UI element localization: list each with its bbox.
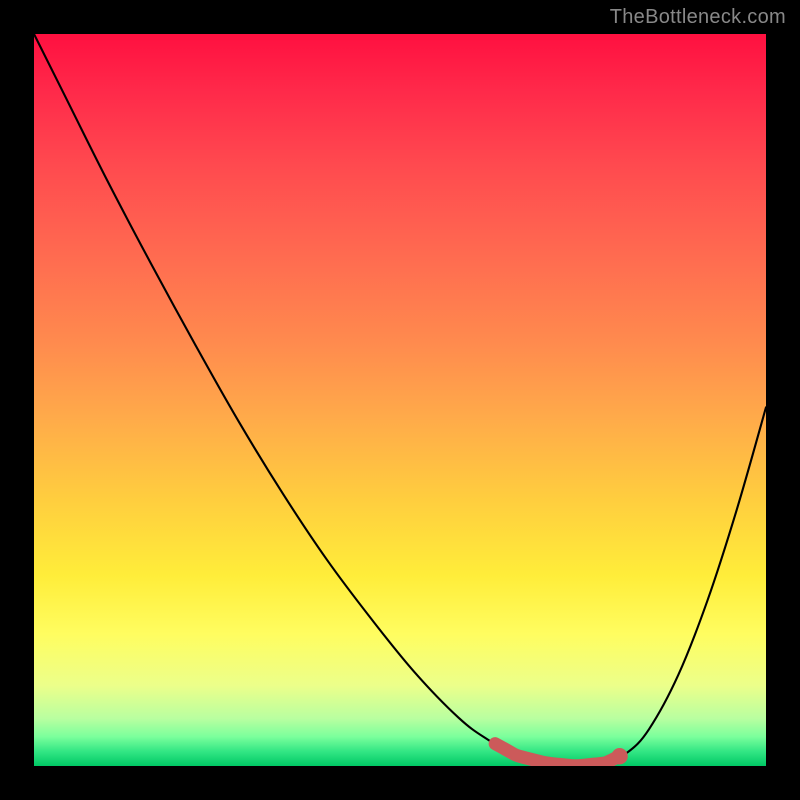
curve-overlay [34,34,766,766]
bottleneck-curve [34,34,766,766]
chart-frame: TheBottleneck.com [0,0,800,800]
plot-area [34,34,766,766]
watermark-text: TheBottleneck.com [610,6,786,29]
optimal-dot [611,748,627,764]
optimal-band [495,744,619,766]
